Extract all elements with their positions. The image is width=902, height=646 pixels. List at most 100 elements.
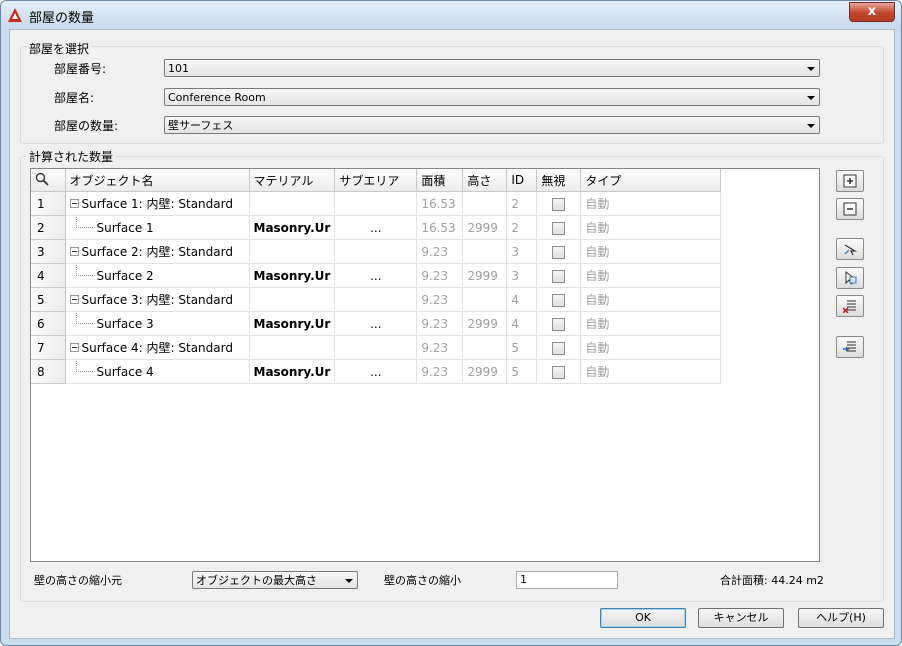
- subarea-cell[interactable]: [334, 191, 418, 216]
- object-name: Surface 2: [96, 268, 154, 283]
- room-number-combo[interactable]: 101: [164, 59, 820, 77]
- object-name-cell[interactable]: Surface 2: [65, 263, 250, 288]
- quantity-table[interactable]: オブジェクト名 マテリアル サブエリア 面積 高さ ID 無視 タイプ 1 Su…: [30, 168, 820, 562]
- ignore-checkbox[interactable]: [552, 197, 566, 211]
- material-cell[interactable]: [249, 191, 336, 216]
- collapse-all-button[interactable]: [836, 198, 864, 220]
- ignore-checkbox[interactable]: [552, 269, 566, 283]
- ignore-checkbox[interactable]: [552, 341, 566, 355]
- material-cell[interactable]: Masonry.Ur: [249, 311, 336, 336]
- wall-height-reduction-input[interactable]: 1: [516, 571, 618, 589]
- material-cell[interactable]: [249, 335, 336, 360]
- help-button[interactable]: ヘルプ(H): [798, 608, 884, 628]
- subarea-cell[interactable]: [334, 239, 418, 264]
- room-quantity-value: 壁サーフェス: [168, 119, 234, 132]
- column-header-type[interactable]: タイプ: [580, 169, 722, 192]
- object-name-cell[interactable]: Surface 4: [65, 359, 250, 384]
- collapse-node-icon[interactable]: [69, 199, 79, 208]
- subarea-cell[interactable]: ...: [334, 359, 418, 384]
- cancel-button[interactable]: キャンセル: [698, 608, 784, 628]
- table-row[interactable]: 7 Surface 4: 内壁: Standard 9.23 5 自動: [31, 335, 722, 360]
- object-name: Surface 1: [96, 220, 154, 235]
- collapse-node-icon[interactable]: [69, 343, 79, 352]
- computed-quantity-group-label: 計算された数量: [27, 148, 116, 165]
- row-number[interactable]: 7: [31, 335, 66, 360]
- material-cell[interactable]: Masonry.Ur: [249, 359, 336, 384]
- ignore-checkbox[interactable]: [552, 293, 566, 307]
- row-number[interactable]: 5: [31, 287, 66, 312]
- close-button[interactable]: x: [849, 2, 895, 22]
- ignore-cell: [536, 263, 582, 288]
- add-objects-button[interactable]: [836, 267, 864, 289]
- collapse-node-icon[interactable]: [69, 295, 79, 304]
- column-header-area[interactable]: 面積: [416, 169, 464, 192]
- material-cell[interactable]: [249, 239, 336, 264]
- subarea-cell[interactable]: ...: [334, 215, 418, 240]
- id-cell: 3: [506, 263, 538, 288]
- ignore-checkbox[interactable]: [552, 245, 566, 259]
- type-cell: 自動: [580, 215, 722, 240]
- column-header-object-name[interactable]: オブジェクト名: [65, 169, 250, 192]
- height-cell: 2999: [462, 359, 508, 384]
- column-header-subarea[interactable]: サブエリア: [334, 169, 418, 192]
- export-list-button[interactable]: [836, 336, 864, 358]
- material-cell[interactable]: Masonry.Ur: [249, 263, 336, 288]
- expand-all-button[interactable]: [836, 170, 864, 192]
- select-objects-button[interactable]: [836, 238, 864, 260]
- area-cell: 9.23: [416, 287, 464, 312]
- row-number[interactable]: 3: [31, 239, 66, 264]
- subarea-cell[interactable]: ...: [334, 263, 418, 288]
- area-cell: 9.23: [416, 311, 464, 336]
- column-header-ignore[interactable]: 無視: [536, 169, 582, 192]
- ignore-checkbox[interactable]: [552, 317, 566, 331]
- subarea-cell[interactable]: ...: [334, 311, 418, 336]
- table-row[interactable]: 4 Surface 2 Masonry.Ur ... 9.23 2999 3 自…: [31, 263, 722, 288]
- row-number[interactable]: 2: [31, 215, 66, 240]
- room-name-label: 部屋名:: [54, 91, 95, 105]
- collapse-node-icon[interactable]: [69, 247, 79, 256]
- object-name-cell[interactable]: Surface 4: 内壁: Standard: [65, 335, 250, 360]
- object-name-cell[interactable]: Surface 3: 内壁: Standard: [65, 287, 250, 312]
- column-header-height[interactable]: 高さ: [462, 169, 508, 192]
- object-name-cell[interactable]: Surface 2: 内壁: Standard: [65, 239, 250, 264]
- row-number[interactable]: 6: [31, 311, 66, 336]
- table-row[interactable]: 3 Surface 2: 内壁: Standard 9.23 3 自動: [31, 239, 722, 264]
- type-cell: 自動: [580, 287, 722, 312]
- chevron-down-icon: [807, 96, 815, 100]
- id-cell: 4: [506, 311, 538, 336]
- column-header-material[interactable]: マテリアル: [249, 169, 336, 192]
- dialog-window: 部屋の数量 x 部屋を選択 部屋番号: 101 部屋名: Conference …: [0, 0, 902, 646]
- select-objects-icon: [844, 244, 857, 256]
- search-column-header[interactable]: [31, 169, 66, 192]
- table-row[interactable]: 5 Surface 3: 内壁: Standard 9.23 4 自動: [31, 287, 722, 312]
- table-row[interactable]: 1 Surface 1: 内壁: Standard 16.53 2 自動: [31, 191, 722, 216]
- table-row[interactable]: 8 Surface 4 Masonry.Ur ... 9.23 2999 5 自…: [31, 359, 722, 384]
- object-name-cell[interactable]: Surface 1: [65, 215, 250, 240]
- table-row[interactable]: 6 Surface 3 Masonry.Ur ... 9.23 2999 4 自…: [31, 311, 722, 336]
- row-number[interactable]: 4: [31, 263, 66, 288]
- subarea-cell[interactable]: [334, 335, 418, 360]
- quantity-grid: オブジェクト名 マテリアル サブエリア 面積 高さ ID 無視 タイプ 1 Su…: [31, 169, 722, 384]
- ignore-checkbox[interactable]: [552, 221, 566, 235]
- tree-connector: [75, 216, 93, 228]
- column-header-id[interactable]: ID: [506, 169, 538, 192]
- room-quantity-combo[interactable]: 壁サーフェス: [164, 116, 820, 134]
- table-row[interactable]: 2 Surface 1 Masonry.Ur ... 16.53 2999 2 …: [31, 215, 722, 240]
- room-name-combo[interactable]: Conference Room: [164, 88, 820, 106]
- room-number-value: 101: [168, 62, 189, 75]
- row-number[interactable]: 8: [31, 359, 66, 384]
- material-cell[interactable]: [249, 287, 336, 312]
- row-number[interactable]: 1: [31, 191, 66, 216]
- id-cell: 2: [506, 191, 538, 216]
- object-name-cell[interactable]: Surface 1: 内壁: Standard: [65, 191, 250, 216]
- wall-height-source-combo[interactable]: オブジェクトの最大高さ: [192, 571, 358, 589]
- ignore-checkbox[interactable]: [552, 365, 566, 379]
- export-list-icon: [843, 341, 856, 352]
- ignore-cell: [536, 239, 582, 264]
- subarea-cell[interactable]: [334, 287, 418, 312]
- area-cell: 9.23: [416, 335, 464, 360]
- remove-objects-button[interactable]: [836, 295, 864, 317]
- ok-button[interactable]: OK: [600, 608, 686, 628]
- object-name-cell[interactable]: Surface 3: [65, 311, 250, 336]
- material-cell[interactable]: Masonry.Ur: [249, 215, 336, 240]
